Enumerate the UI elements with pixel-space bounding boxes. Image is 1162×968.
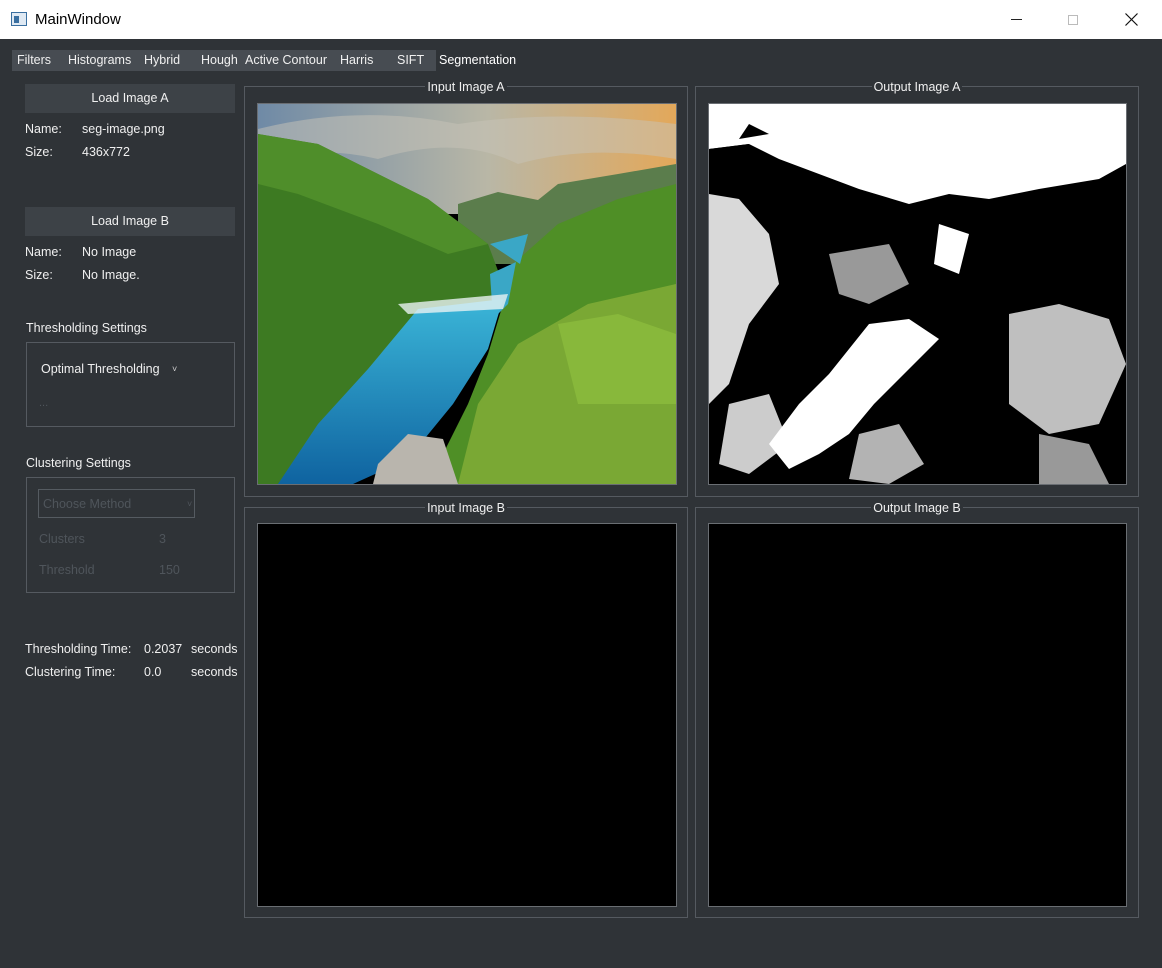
title-bar: MainWindow [0,0,1162,39]
thresholding-time-value: 0.2037 [144,642,183,656]
thresholding-method-dropdown[interactable]: Optimal Thresholding ˅ [35,356,185,382]
segmented-image [709,104,1126,484]
tab-hough[interactable]: Hough [192,50,240,71]
input-image-b-panel: Input Image B [244,501,688,918]
input-image-a-panel: Input Image A [244,80,688,497]
landscape-image [258,104,676,484]
tab-sift[interactable]: SIFT [385,50,436,71]
input-image-a-title: Input Image A [425,80,507,94]
tab-bar: Filters Histograms Hybrid Hough Active C… [12,50,522,71]
side-panel: Load Image A Name: seg-image.png Size: 4… [0,72,244,968]
tab-segmentation[interactable]: Segmentation [436,50,522,71]
close-icon [1124,13,1138,26]
app-window-icon [11,12,27,26]
image-a-name-value: seg-image.png [82,122,165,136]
image-b-size-label: Size: [25,268,53,282]
clusters-label: Clusters [39,532,85,546]
tab-hybrid[interactable]: Hybrid [139,50,192,71]
output-image-b-title: Output Image B [871,501,963,515]
clustering-time-value: 0.0 [144,665,162,679]
window-title: MainWindow [35,11,121,28]
thresholding-settings-group: Optimal Thresholding ˅ ... [26,342,235,427]
output-image-a-panel: Output Image A [695,80,1139,497]
threshold-label: Threshold [39,563,95,577]
image-b-size-value: No Image. [82,268,140,282]
output-image-b-view [708,523,1127,907]
tab-active-contour[interactable]: Active Contour [240,50,335,71]
output-image-a-view [708,103,1127,485]
clustering-settings-group: Choose Method ˅ Clusters 3 Threshold 150 [26,477,235,593]
clustering-time-unit: seconds [191,665,238,679]
thresholding-extra: ... [39,397,49,409]
input-image-b-title: Input Image B [425,501,507,515]
minimize-icon [1010,19,1022,20]
thresholding-time-label: Thresholding Time: [25,642,132,656]
chevron-down-icon: ˅ [187,499,193,509]
clustering-settings-heading: Clustering Settings [26,456,131,470]
input-image-b-view [257,523,677,907]
tab-filters[interactable]: Filters [12,50,63,71]
threshold-value[interactable]: 150 [159,563,180,577]
clustering-time-label: Clustering Time: [25,665,116,679]
image-a-size-value: 436x772 [82,145,130,159]
input-image-a-view [257,103,677,485]
close-button[interactable] [1108,0,1154,39]
minimize-button[interactable] [993,0,1039,39]
maximize-icon [1068,14,1078,25]
load-image-b-button[interactable]: Load Image B [25,207,235,236]
maximize-button[interactable] [1050,0,1096,39]
tab-harris[interactable]: Harris [335,50,385,71]
image-b-name-value: No Image [82,245,137,259]
load-image-a-button[interactable]: Load Image A [25,84,235,113]
clustering-method-placeholder: Choose Method [43,497,132,511]
output-image-b-panel: Output Image B [695,501,1139,918]
clusters-value[interactable]: 3 [159,532,166,546]
thresholding-method-value: Optimal Thresholding [41,362,160,376]
tab-histograms[interactable]: Histograms [63,50,139,71]
thresholding-settings-heading: Thresholding Settings [26,321,147,335]
output-image-a-title: Output Image A [871,80,963,94]
chevron-down-icon: ˅ [172,364,178,374]
clustering-method-dropdown[interactable]: Choose Method ˅ [38,489,195,518]
thresholding-time-unit: seconds [191,642,238,656]
image-a-name-label: Name: [25,122,62,136]
image-a-size-label: Size: [25,145,53,159]
image-b-name-label: Name: [25,245,62,259]
